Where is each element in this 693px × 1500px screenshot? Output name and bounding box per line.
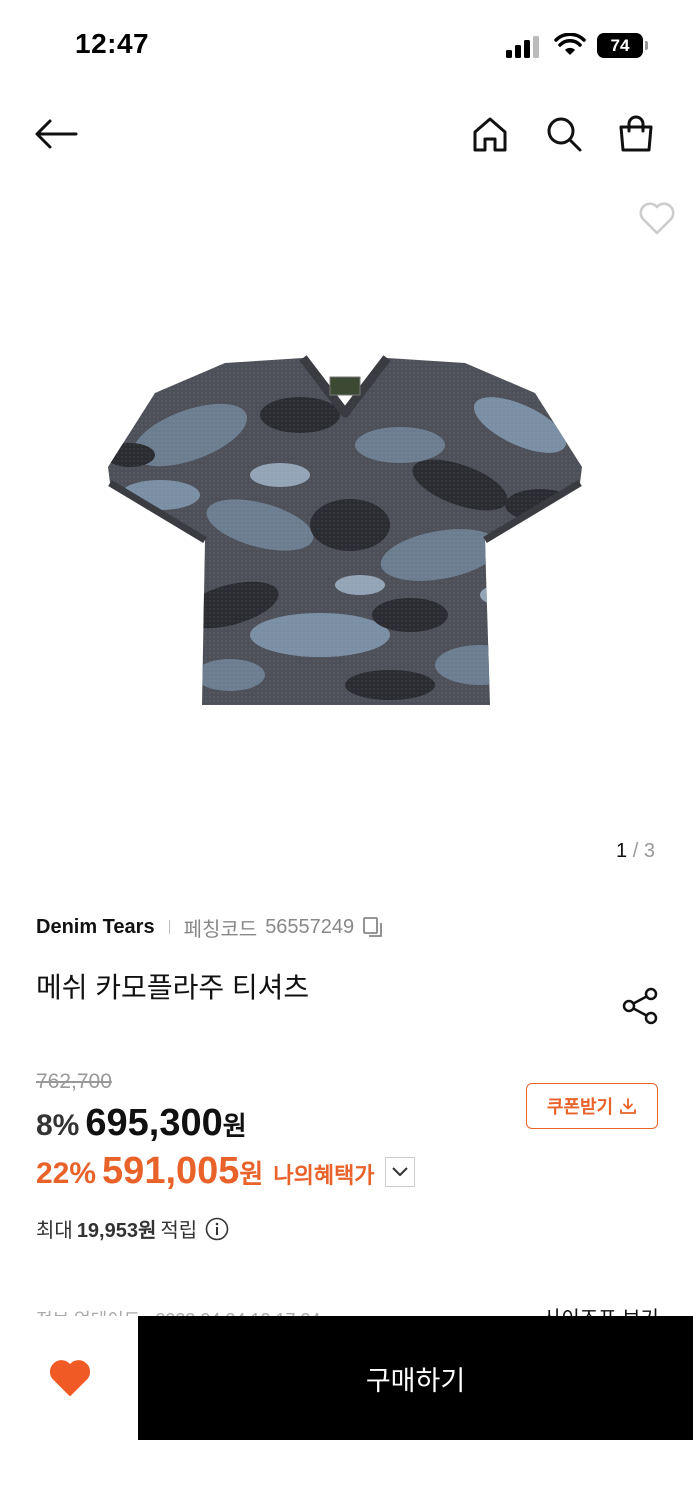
- image-pager: 1 / 3: [616, 840, 655, 863]
- buy-button-label: 구매하기: [365, 1365, 466, 1396]
- info-icon[interactable]: [205, 1217, 229, 1241]
- shopping-bag-icon: [619, 115, 653, 152]
- wifi-icon: [554, 33, 586, 55]
- benefit-expand-toggle[interactable]: [384, 1156, 415, 1187]
- fetching-code-value: 56557249: [265, 915, 355, 938]
- bottom-action-bar: 구매하기: [0, 1316, 693, 1442]
- divider: [168, 920, 170, 934]
- benefit-currency-unit: 원: [239, 1159, 264, 1189]
- benefit-price-row: 22% 591,005 원 나의혜택가: [36, 1150, 415, 1193]
- search-button[interactable]: [542, 112, 586, 156]
- share-icon[interactable]: [620, 986, 660, 1026]
- sale-price-row: 8% 695,300 원: [36, 1102, 247, 1145]
- home-button[interactable]: [468, 112, 512, 156]
- cellular-signal-icon: [506, 36, 539, 58]
- discount-rate: 8%: [36, 1109, 80, 1142]
- copy-icon[interactable]: [362, 916, 384, 938]
- product-image-gallery[interactable]: 1 / 3: [0, 180, 693, 880]
- currency-unit: 원: [222, 1111, 247, 1141]
- back-button[interactable]: [34, 112, 78, 156]
- points-suffix: 적립: [160, 1220, 198, 1242]
- pager-current: 1: [616, 840, 628, 862]
- cart-button[interactable]: [614, 112, 658, 156]
- pager-total: 3: [643, 840, 655, 862]
- benefit-price: 591,005: [102, 1150, 240, 1192]
- coupon-button-label: 쿠폰받기: [546, 1097, 614, 1117]
- points-row: 최대 19,953원 적립: [36, 1214, 229, 1243]
- points-value: 19,953원: [76, 1220, 157, 1242]
- download-icon: [620, 1098, 637, 1114]
- benefit-rate: 22%: [36, 1157, 97, 1190]
- brand-name[interactable]: Denim Tears: [36, 916, 155, 939]
- home-icon: [473, 117, 507, 152]
- heart-filled-icon[interactable]: [48, 1358, 92, 1398]
- battery-tip: [645, 41, 648, 50]
- sale-price: 695,300: [85, 1102, 223, 1144]
- top-navigation: [0, 100, 693, 168]
- product-image: [108, 355, 582, 705]
- battery-indicator: 74: [597, 33, 649, 58]
- status-time: 12:47: [75, 28, 150, 59]
- back-arrow-icon: [35, 119, 78, 149]
- brand-row: Denim Tears 페칭코드 56557249: [36, 912, 384, 942]
- battery-level: 74: [597, 33, 643, 58]
- points-prefix: 최대: [36, 1220, 73, 1242]
- fetching-code-label: 페칭코드: [183, 918, 258, 941]
- original-price: 762,700: [36, 1070, 112, 1093]
- pager-separator: /: [632, 840, 639, 862]
- product-title: 메쉬 카모플라주 티셔츠: [36, 972, 310, 1003]
- benefit-label: 나의혜택가: [273, 1163, 375, 1188]
- heart-outline-icon[interactable]: [638, 200, 676, 236]
- buy-button[interactable]: 구매하기: [138, 1316, 693, 1440]
- status-bar: 12:47 74: [0, 0, 693, 92]
- search-icon: [547, 117, 582, 152]
- chevron-down-icon: [391, 1166, 408, 1176]
- coupon-button[interactable]: 쿠폰받기: [526, 1083, 658, 1129]
